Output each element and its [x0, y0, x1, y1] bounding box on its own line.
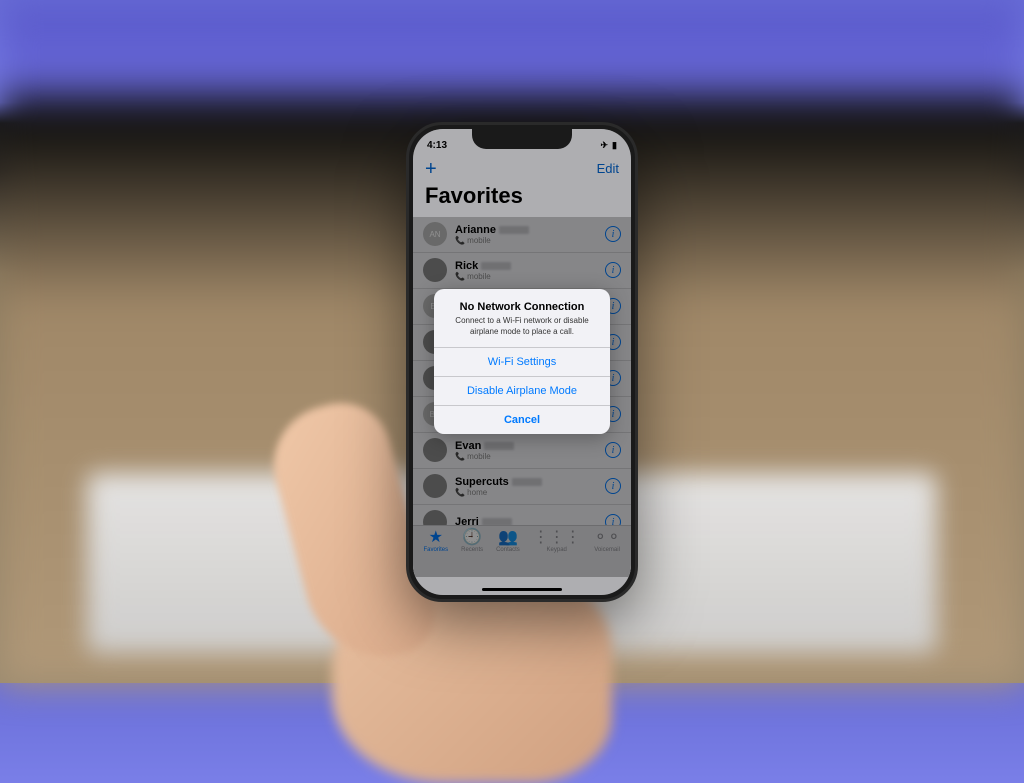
- alert-dialog: No Network Connection Connect to a Wi-Fi…: [434, 289, 610, 434]
- alert-disable-button[interactable]: Disable Airplane Mode: [434, 376, 610, 405]
- alert-title: No Network Connection: [444, 301, 600, 313]
- alert-wifi-button[interactable]: Wi-Fi Settings: [434, 347, 610, 376]
- home-indicator[interactable]: [482, 588, 562, 591]
- screen: 4:13 ✈ ▮ + Edit Favorites ANArianne📞 mob…: [413, 129, 631, 595]
- iphone-frame: 4:13 ✈ ▮ + Edit Favorites ANArianne📞 mob…: [406, 122, 638, 602]
- alert-overlay: No Network Connection Connect to a Wi-Fi…: [413, 129, 631, 595]
- alert-cancel-button[interactable]: Cancel: [434, 405, 610, 434]
- alert-message: Connect to a Wi-Fi network or disable ai…: [444, 316, 600, 337]
- notch: [472, 129, 572, 149]
